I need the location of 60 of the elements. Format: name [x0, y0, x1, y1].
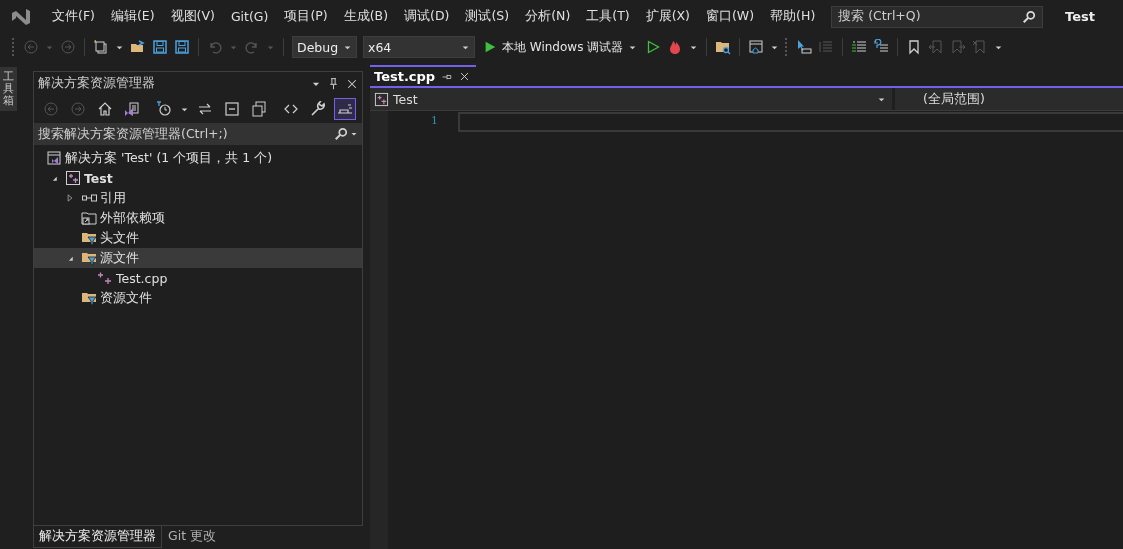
filter-folder-icon — [81, 230, 97, 246]
menu-item[interactable]: 帮助(H) — [762, 8, 824, 25]
new-project-icon[interactable] — [93, 39, 109, 55]
platform-dropdown[interactable]: x64 — [363, 36, 475, 58]
solution-icon — [46, 150, 62, 166]
pointer-icon[interactable] — [796, 39, 813, 55]
search-field[interactable]: 搜索 (Ctrl+Q) — [831, 5, 1044, 28]
comment-lines-icon[interactable] — [851, 39, 868, 55]
tree-item[interactable]: 头文件 — [34, 228, 362, 248]
menu-item[interactable]: Git(G) — [222, 9, 277, 24]
open-folder-icon[interactable] — [130, 39, 146, 55]
panel-title: 解决方案资源管理器 — [38, 75, 156, 92]
window-home-icon[interactable] — [748, 39, 765, 55]
panel-tab[interactable]: Git 更改 — [162, 526, 223, 548]
menu-item[interactable]: 分析(N) — [517, 8, 579, 25]
panel-tab[interactable]: 解决方案资源管理器 — [33, 526, 162, 548]
configuration-dropdown[interactable]: Debug — [292, 36, 357, 58]
collapsed-arrow-icon[interactable] — [65, 193, 75, 203]
menu-item[interactable]: 编辑(E) — [102, 8, 163, 25]
tree-item[interactable]: 引用 — [34, 188, 362, 208]
caret-icon — [350, 130, 358, 138]
menu-item[interactable]: 窗口(W) — [698, 8, 763, 25]
play-icon — [483, 40, 497, 54]
cpp-file-icon — [97, 270, 113, 286]
tree-item[interactable]: Test — [34, 168, 362, 188]
tree-item[interactable]: 解决方案 'Test' (1 个项目，共 1 个) — [34, 148, 362, 168]
tree-item[interactable]: Test.cpp — [34, 268, 362, 288]
external-dependencies-icon — [81, 210, 97, 226]
project-icon — [65, 170, 81, 186]
filter-folder-icon — [81, 250, 97, 266]
search-icon — [1022, 9, 1037, 24]
tree-item[interactable]: 外部依赖项 — [34, 208, 362, 228]
uncomment-lines-icon[interactable] — [873, 39, 890, 55]
search-field[interactable]: 搜索解决方案资源管理器(Ctrl+;) — [34, 123, 362, 145]
close-icon[interactable] — [346, 77, 358, 90]
solution-name: Test — [1065, 9, 1095, 24]
menu-item[interactable]: 调试(D) — [396, 8, 458, 25]
menu-item[interactable]: 测试(S) — [457, 8, 518, 25]
pin-icon[interactable] — [327, 77, 340, 90]
start-debugging-button[interactable]: 本地 Windows 调试器 — [481, 38, 640, 56]
folder-search-icon[interactable] — [715, 39, 732, 55]
menu-item[interactable]: 扩展(X) — [637, 8, 698, 25]
menu-item[interactable]: 视图(V) — [162, 8, 223, 25]
close-icon[interactable] — [459, 71, 471, 82]
save-icon[interactable] — [152, 39, 168, 55]
menu-item[interactable]: 文件(F) — [44, 8, 103, 25]
line-number: 1 — [430, 114, 438, 127]
filter-folder-icon — [81, 290, 97, 306]
project-icon — [374, 91, 389, 107]
menu-item[interactable]: 项目(P) — [276, 8, 336, 25]
document-tab[interactable]: Test.cpp — [370, 65, 477, 86]
save-all-icon[interactable] — [174, 39, 190, 55]
menu-item[interactable]: 生成(B) — [335, 8, 397, 25]
scope-dropdown[interactable]: (全局范围) — [895, 88, 985, 110]
menu-item[interactable]: 工具(T) — [578, 8, 638, 25]
tree-item[interactable]: 源文件 — [34, 248, 362, 268]
play-outline-icon[interactable] — [645, 39, 662, 55]
tree-item[interactable]: 资源文件 — [34, 288, 362, 308]
toolbox-tab[interactable]: 工具箱 — [0, 67, 17, 112]
search-icon — [334, 127, 348, 141]
